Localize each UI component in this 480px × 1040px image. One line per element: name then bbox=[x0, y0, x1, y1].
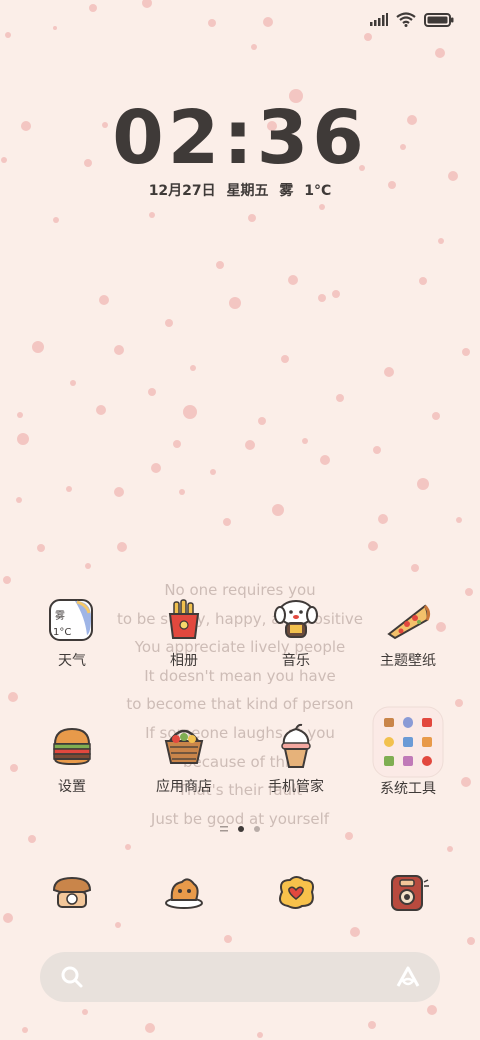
weather-widget-temp: 1°C bbox=[53, 627, 71, 638]
app-themes[interactable]: 主题壁纸 bbox=[358, 590, 458, 670]
dock-browser[interactable] bbox=[246, 860, 346, 924]
battery-icon bbox=[424, 12, 454, 27]
app-label: 手机管家 bbox=[268, 779, 324, 795]
music-icon bbox=[266, 590, 326, 650]
security-icon bbox=[266, 716, 326, 776]
dock-phone[interactable] bbox=[22, 860, 122, 924]
messages-icon bbox=[165, 878, 203, 909]
app-label: 设置 bbox=[58, 779, 86, 795]
clock-date: 12月27日 星期五 雾 1°C bbox=[148, 183, 332, 199]
app-store[interactable]: 应用商店 bbox=[134, 716, 234, 796]
camera-icon bbox=[391, 875, 429, 911]
folder-system-tools[interactable]: 系统工具 bbox=[358, 706, 458, 798]
clock-time[interactable]: 02:36 bbox=[0, 98, 480, 178]
app-weather[interactable]: 雾 1°C 天气 bbox=[22, 590, 122, 670]
page-indicator-menu-icon bbox=[220, 826, 228, 832]
gallery-icon bbox=[154, 590, 214, 650]
browser-icon bbox=[279, 876, 314, 909]
app-label: 天气 bbox=[58, 653, 86, 669]
dock-camera[interactable] bbox=[358, 860, 458, 924]
settings-icon bbox=[42, 716, 102, 776]
app-label: 系统工具 bbox=[380, 781, 436, 797]
themes-icon bbox=[378, 590, 438, 650]
search-icon bbox=[61, 966, 83, 988]
wifi-icon bbox=[396, 12, 416, 27]
app-label: 应用商店 bbox=[156, 779, 212, 795]
phone-icon bbox=[52, 876, 92, 908]
app-settings[interactable]: 设置 bbox=[22, 716, 122, 796]
app-music[interactable]: 音乐 bbox=[246, 590, 346, 670]
page-indicator[interactable] bbox=[0, 826, 480, 832]
app-security[interactable]: 手机管家 bbox=[246, 716, 346, 796]
signal-icon bbox=[370, 13, 388, 26]
app-gallery[interactable]: 相册 bbox=[134, 590, 234, 670]
weather-widget-condition: 雾 bbox=[55, 610, 65, 622]
dock-messages[interactable] bbox=[134, 860, 234, 924]
status-bar bbox=[370, 12, 454, 27]
app-label: 相册 bbox=[170, 653, 198, 669]
assistant-icon[interactable] bbox=[394, 965, 422, 989]
page-dot bbox=[254, 826, 260, 832]
page-dot-active bbox=[238, 826, 244, 832]
app-label: 音乐 bbox=[282, 653, 310, 669]
system-tools-folder-icon bbox=[372, 706, 444, 778]
app-store-icon bbox=[154, 716, 214, 776]
search-bar[interactable] bbox=[40, 952, 440, 1002]
app-label: 主题壁纸 bbox=[380, 653, 436, 669]
weather-icon: 雾 1°C bbox=[42, 590, 102, 650]
